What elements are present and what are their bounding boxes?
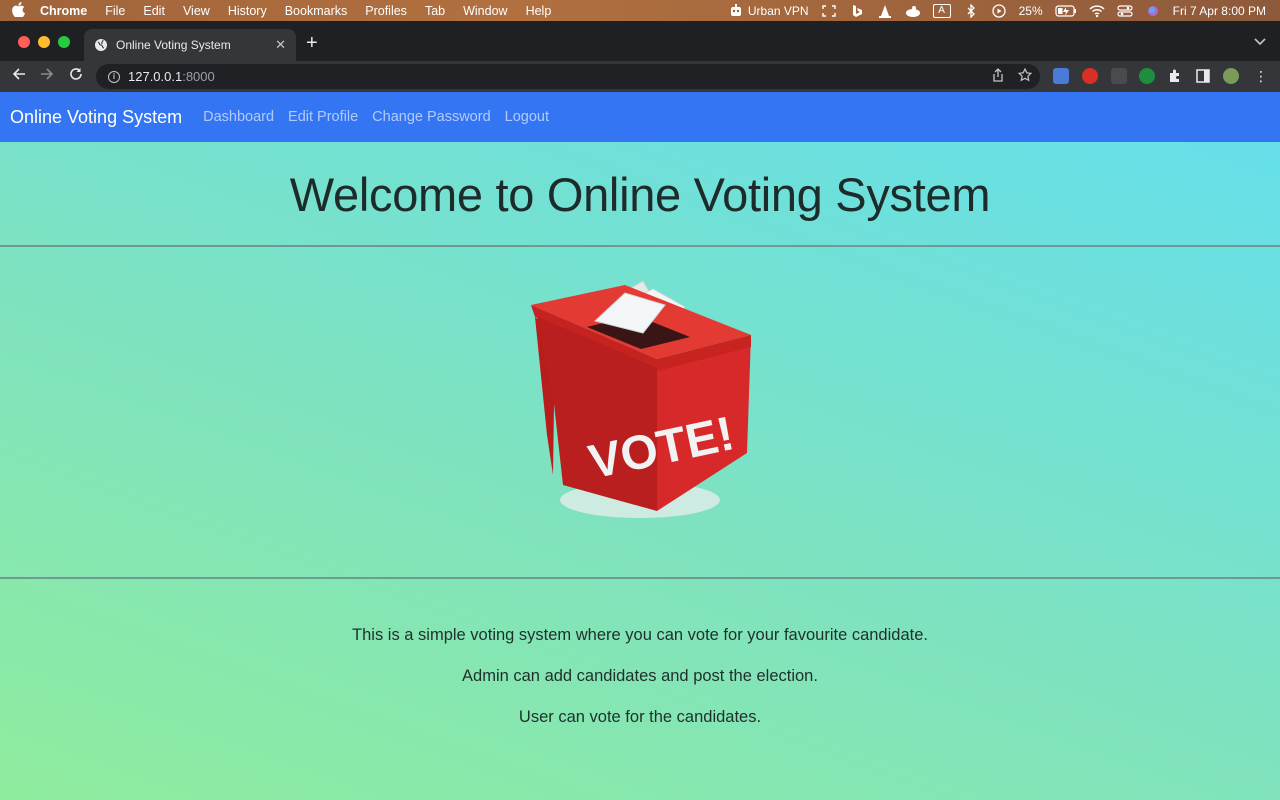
share-icon[interactable] bbox=[992, 68, 1004, 85]
arrow-left-icon bbox=[12, 68, 25, 80]
page-viewport: Online Voting System Dashboard Edit Prof… bbox=[0, 92, 1280, 800]
globe-icon bbox=[95, 39, 107, 51]
screen-resize-icon[interactable] bbox=[821, 4, 837, 18]
nav-link-edit-profile[interactable]: Edit Profile bbox=[288, 109, 358, 125]
battery-charging-icon[interactable] bbox=[1055, 4, 1077, 18]
nav-link-change-password[interactable]: Change Password bbox=[372, 109, 491, 125]
battery-percent: 25% bbox=[1018, 3, 1043, 18]
menu-help[interactable]: Help bbox=[517, 4, 561, 18]
menu-file[interactable]: File bbox=[96, 4, 134, 18]
bluetooth-icon[interactable] bbox=[963, 3, 979, 18]
menu-bookmarks[interactable]: Bookmarks bbox=[276, 4, 357, 18]
close-tab-icon[interactable]: ✕ bbox=[275, 37, 286, 53]
forward-button[interactable] bbox=[37, 67, 57, 87]
bookmark-star-icon[interactable] bbox=[1017, 67, 1033, 85]
menu-profiles[interactable]: Profiles bbox=[356, 4, 416, 18]
vpn-label: Urban VPN bbox=[747, 3, 809, 18]
vlc-cone-icon[interactable] bbox=[877, 4, 893, 18]
description-line-3: User can vote for the candidates. bbox=[518, 708, 762, 726]
control-center-icon[interactable] bbox=[1117, 4, 1133, 18]
checkmark-extension-icon[interactable] bbox=[1139, 68, 1155, 84]
address-bar[interactable]: i 127.0.0.1:8000 bbox=[96, 64, 1040, 89]
input-source-icon[interactable]: A bbox=[932, 3, 951, 18]
profile-avatar[interactable] bbox=[1223, 68, 1239, 84]
adblock-icon[interactable] bbox=[1082, 68, 1098, 84]
google-translate-icon[interactable] bbox=[1053, 68, 1069, 84]
tab-search-chevron-icon[interactable] bbox=[1254, 35, 1266, 49]
extension-disabled-icon[interactable] bbox=[1111, 68, 1127, 84]
nav-link-logout[interactable]: Logout bbox=[505, 109, 549, 125]
macos-menu-bar: Chrome File Edit View History Bookmarks … bbox=[0, 0, 1280, 21]
minimize-window-button[interactable] bbox=[38, 36, 50, 48]
side-panel-icon[interactable] bbox=[1195, 68, 1211, 84]
reload-button[interactable] bbox=[66, 67, 86, 87]
vpn-robot-icon bbox=[728, 3, 744, 18]
tab-online-voting-system[interactable]: Online Voting System ✕ bbox=[84, 29, 296, 61]
page-title: Welcome to Online Voting System bbox=[289, 168, 991, 221]
menu-tab[interactable]: Tab bbox=[416, 4, 454, 18]
site-navbar: Online Voting System Dashboard Edit Prof… bbox=[0, 92, 1280, 142]
divider-bottom bbox=[0, 577, 1280, 579]
menu-edit[interactable]: Edit bbox=[134, 4, 174, 18]
wifi-icon[interactable] bbox=[1089, 4, 1105, 18]
divider-top bbox=[0, 245, 1280, 247]
arrow-right-icon bbox=[41, 68, 54, 80]
browser-window: Online Voting System ✕ + i 127.0.0.1:800… bbox=[0, 21, 1280, 800]
reload-icon bbox=[70, 68, 82, 80]
navbar-brand[interactable]: Online Voting System bbox=[10, 107, 182, 128]
site-info-icon[interactable]: i bbox=[108, 70, 120, 83]
menubar-clock[interactable]: Fri 7 Apr 8:00 PM bbox=[1173, 4, 1266, 18]
menu-window[interactable]: Window bbox=[454, 4, 516, 18]
url-host: 127.0.0.1 bbox=[128, 69, 183, 84]
description-line-2: Admin can add candidates and post the el… bbox=[462, 667, 818, 685]
ballot-box-image: VOTE! bbox=[531, 280, 751, 518]
chrome-menu-kebab-icon[interactable]: ⋮ bbox=[1253, 68, 1269, 84]
new-tab-button[interactable]: + bbox=[306, 33, 318, 53]
window-controls bbox=[18, 36, 70, 48]
menu-view[interactable]: View bbox=[174, 4, 219, 18]
extensions-puzzle-icon[interactable] bbox=[1167, 68, 1183, 84]
menu-app-chrome[interactable]: Chrome bbox=[36, 4, 96, 18]
siri-icon[interactable] bbox=[1145, 4, 1161, 18]
tab-title: Online Voting System bbox=[116, 38, 231, 52]
url-port: :8000 bbox=[182, 69, 215, 84]
description-line-1: This is a simple voting system where you… bbox=[352, 626, 928, 644]
close-window-button[interactable] bbox=[18, 36, 30, 48]
apple-menu-icon[interactable] bbox=[0, 1, 36, 20]
vpn-status[interactable]: Urban VPN bbox=[728, 3, 809, 18]
menu-history[interactable]: History bbox=[219, 4, 276, 18]
nav-link-dashboard[interactable]: Dashboard bbox=[203, 109, 274, 125]
browser-toolbar: i 127.0.0.1:8000 ⋮ bbox=[0, 61, 1280, 92]
fullscreen-window-button[interactable] bbox=[58, 36, 70, 48]
back-button[interactable] bbox=[9, 67, 29, 87]
bing-icon[interactable] bbox=[849, 4, 865, 18]
cloud-drive-icon[interactable] bbox=[905, 4, 921, 18]
play-circle-icon[interactable] bbox=[991, 3, 1007, 18]
tab-strip: Online Voting System ✕ + bbox=[0, 21, 1280, 61]
